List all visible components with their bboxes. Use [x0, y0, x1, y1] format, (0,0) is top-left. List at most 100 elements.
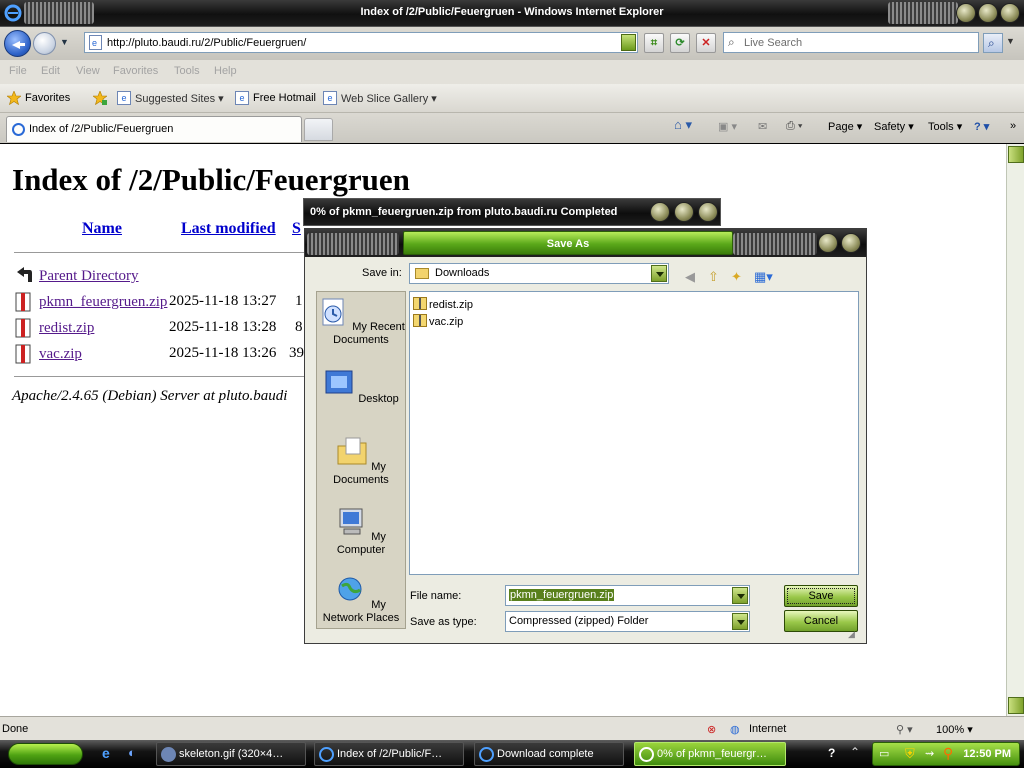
address-field[interactable]: e http://pluto.baudi.ru/2/Public/Feuergr… [84, 32, 638, 53]
home-icon[interactable]: ⌂ ▾ [674, 117, 692, 133]
place-recent-documents[interactable]: My Recent Documents [317, 296, 405, 347]
chevron-up-icon[interactable]: ⌃ [850, 745, 860, 759]
vertical-scrollbar[interactable] [1006, 144, 1024, 716]
dialog-titlebar: Save As [305, 229, 866, 257]
up-folder-icon[interactable]: ⇧ [708, 269, 724, 285]
feeds-icon[interactable]: ▣ ▾ [718, 120, 737, 133]
taskbar-item-download-progress[interactable]: 0% of pkmn_feuergr… [634, 742, 786, 766]
zoom-level[interactable]: 100% ▾ [936, 723, 973, 736]
taskbar-item-download-complete[interactable]: Download complete [474, 742, 624, 766]
resize-grip[interactable]: ◢ [848, 629, 855, 640]
clock[interactable]: 12:50 PM [963, 748, 1011, 760]
close-button[interactable] [841, 233, 861, 253]
folder-icon [415, 268, 429, 279]
media-quicklaunch-icon[interactable]: ◐ [128, 745, 136, 760]
tray-icon[interactable]: ⇝ [925, 747, 934, 760]
help-icon[interactable]: ? ▾ [974, 120, 989, 133]
taskbar-item-skeleton[interactable]: skeleton.gif (320×4… [156, 742, 306, 766]
refresh-icon[interactable]: ⟳ [670, 33, 690, 53]
window-titlebar: Index of /2/Public/Feuergruen - Windows … [0, 0, 1024, 27]
taskbar-item-index[interactable]: Index of /2/Public/F… [314, 742, 464, 766]
network-tray-icon[interactable]: ▭ [879, 747, 889, 760]
scroll-down-arrow[interactable] [1008, 697, 1024, 714]
new-folder-icon[interactable]: ✦ [731, 269, 747, 285]
file-item-redist[interactable]: redist.zip [413, 297, 473, 311]
file-item-vac[interactable]: vac.zip [413, 314, 463, 328]
web-slice-gallery-link[interactable]: Web Slice Gallery ▾ [341, 92, 437, 105]
new-tab-button[interactable] [304, 118, 333, 141]
tab-title: Index of /2/Public/Feuergruen [29, 123, 174, 135]
favorites-button[interactable]: Favorites [25, 92, 70, 104]
network-places-icon [338, 577, 362, 601]
minimize-button[interactable] [956, 3, 976, 23]
search-options-dropdown[interactable]: ▼ [1006, 36, 1015, 46]
search-button[interactable]: ⌕ [983, 33, 1003, 53]
ie-quicklaunch-icon[interactable]: e [102, 745, 110, 761]
cancel-button[interactable]: Cancel [784, 610, 858, 632]
column-last-modified-link[interactable]: Last modified [181, 220, 276, 238]
image-viewer-icon [161, 747, 176, 762]
tools-menu[interactable]: Tools ▾ [928, 120, 962, 133]
title-grip [307, 233, 399, 255]
help-tray-icon[interactable]: ? [828, 746, 835, 760]
place-my-documents[interactable]: My Documents [317, 436, 405, 487]
scroll-up-arrow[interactable] [1008, 146, 1024, 163]
compatibility-icon[interactable]: ⌗ [644, 33, 664, 53]
back-icon[interactable]: ◀ [685, 269, 701, 285]
menu-edit[interactable]: Edit [41, 65, 60, 77]
place-network-places[interactable]: My Network Places [317, 574, 405, 625]
ie-icon [479, 747, 494, 762]
minimize-button[interactable] [650, 202, 670, 222]
page-menu[interactable]: Page ▾ [828, 120, 862, 133]
read-mail-icon[interactable]: ✉ [758, 120, 767, 133]
menu-favorites[interactable]: Favorites [113, 65, 158, 77]
dropdown-arrow[interactable] [651, 265, 667, 282]
close-button[interactable] [1000, 3, 1020, 23]
maximize-button[interactable] [674, 202, 694, 222]
back-button[interactable] [4, 30, 31, 57]
search-tray-icon[interactable]: ⚲ [943, 745, 953, 762]
start-button[interactable] [8, 743, 83, 765]
chevron-more-icon[interactable]: » [1010, 120, 1016, 132]
page-icon: e [117, 91, 131, 105]
column-name-link[interactable]: Name [82, 220, 122, 238]
parent-directory-link[interactable]: Parent Directory [39, 268, 139, 285]
file-size: 39 [289, 345, 304, 361]
forward-button[interactable] [33, 32, 56, 55]
file-name-input[interactable]: pkmn_feuergruen.zip [505, 585, 750, 606]
dropdown-arrow[interactable] [732, 613, 748, 630]
file-link-redist[interactable]: redist.zip [39, 320, 94, 337]
suggested-sites-link[interactable]: Suggested Sites ▾ [135, 92, 224, 105]
search-input[interactable]: ⌕ Live Search [723, 32, 979, 53]
menu-view[interactable]: View [76, 65, 100, 77]
free-hotmail-link[interactable]: Free Hotmail [253, 92, 316, 104]
safety-menu[interactable]: Safety ▾ [874, 120, 914, 133]
help-button[interactable] [818, 233, 838, 253]
add-favorites-icon[interactable] [93, 91, 107, 105]
menu-tools[interactable]: Tools [174, 65, 200, 77]
menu-help[interactable]: Help [214, 65, 237, 77]
close-button[interactable] [698, 202, 718, 222]
tab-index[interactable]: Index of /2/Public/Feuergruen [6, 116, 302, 142]
print-icon[interactable]: ⎙ ▾ [786, 120, 802, 133]
column-size-link[interactable]: S [292, 220, 301, 238]
security-shield-icon[interactable]: ⛨ [905, 746, 915, 762]
file-link-pkmn[interactable]: pkmn_feuergruen.zip [39, 294, 167, 311]
file-list[interactable]: redist.zip vac.zip [409, 291, 859, 575]
dropdown-arrow[interactable] [732, 587, 748, 604]
views-menu-icon[interactable]: ▦▾ [754, 269, 773, 285]
stop-icon[interactable]: ✕ [696, 33, 716, 53]
menu-file[interactable]: File [9, 65, 27, 77]
recent-pages-dropdown[interactable]: ▼ [60, 37, 69, 47]
place-desktop[interactable]: Desktop [317, 368, 405, 406]
address-dropdown[interactable] [621, 34, 636, 51]
back-arrow-icon [17, 267, 32, 282]
download-window-titlebar: 0% of pkmn_feuergruen.zip from pluto.bau… [303, 198, 721, 226]
place-my-computer[interactable]: My Computer [317, 506, 405, 557]
maximize-button[interactable] [978, 3, 998, 23]
ie-icon [639, 747, 654, 762]
save-button[interactable]: Save [784, 585, 858, 607]
file-link-vac[interactable]: vac.zip [39, 346, 82, 363]
save-in-dropdown[interactable]: Downloads [409, 263, 669, 284]
save-type-select[interactable]: Compressed (zipped) Folder [505, 611, 750, 632]
